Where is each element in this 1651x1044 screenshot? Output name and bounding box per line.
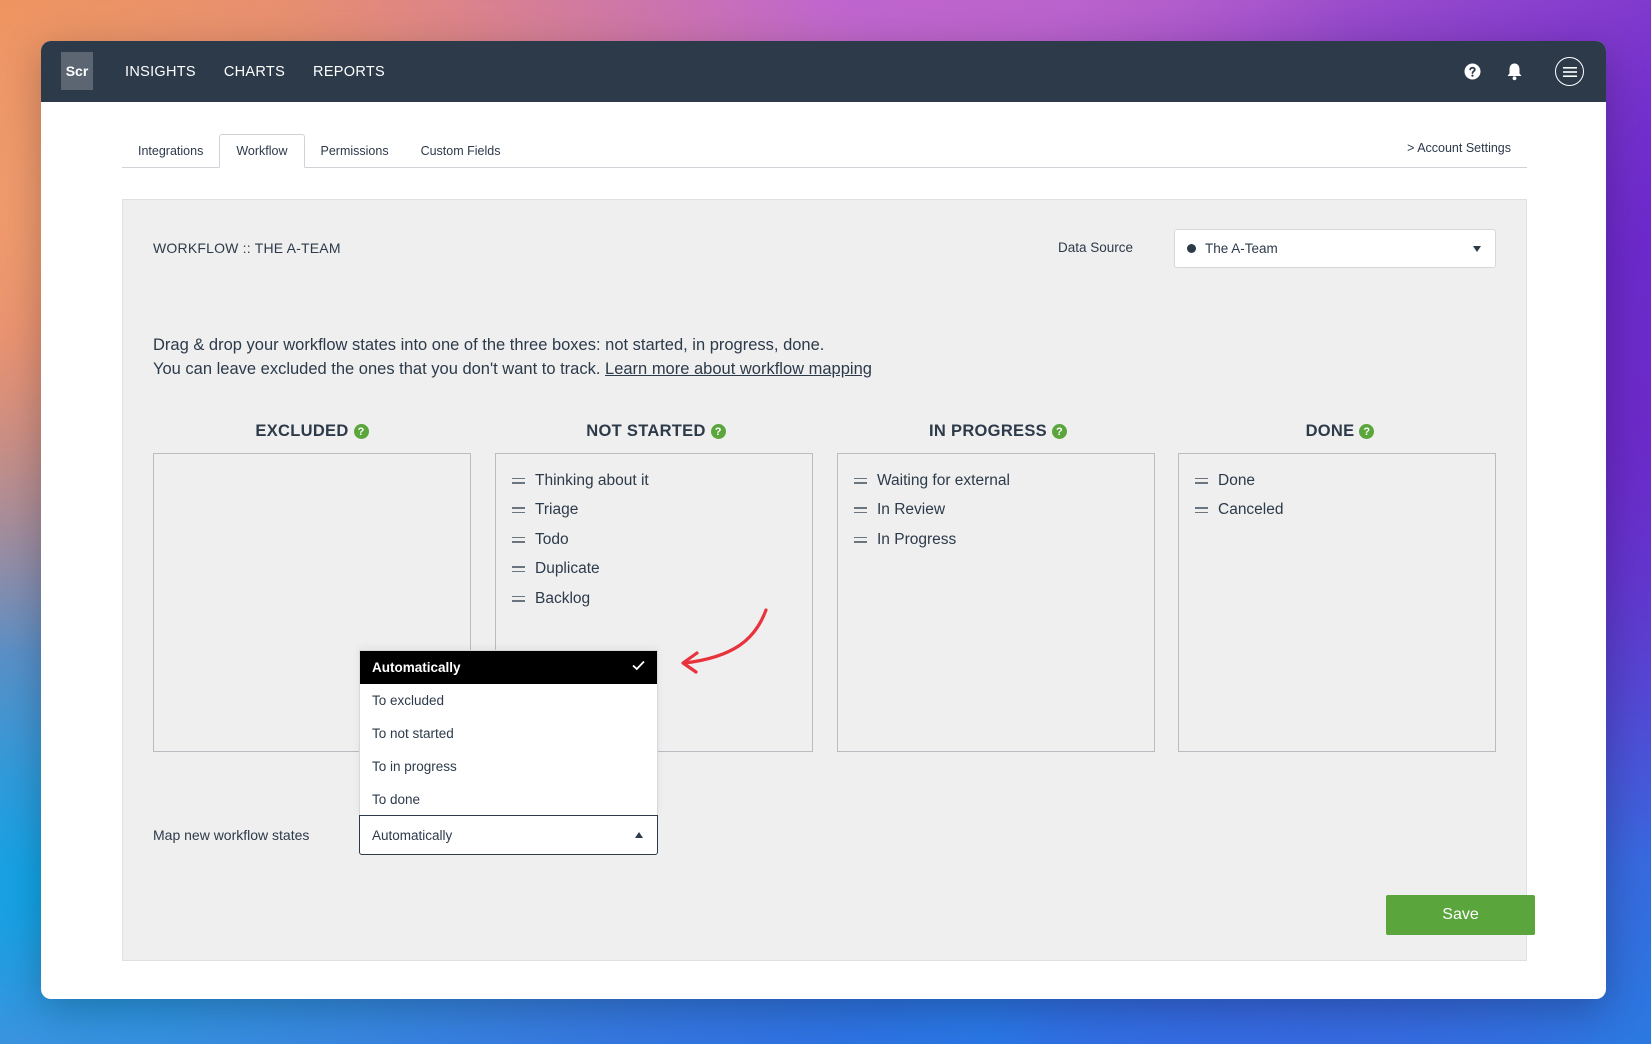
option-to-excluded[interactable]: To excluded xyxy=(360,684,657,717)
drag-handle-icon[interactable] xyxy=(512,507,525,514)
learn-more-link[interactable]: Learn more about workflow mapping xyxy=(605,360,872,378)
menu-icon[interactable] xyxy=(1555,57,1584,86)
page-title: WORKFLOW :: THE A-TEAM xyxy=(153,240,341,256)
map-new-states-value: Automatically xyxy=(372,827,453,843)
top-icons xyxy=(1461,41,1584,102)
nav-reports[interactable]: REPORTS xyxy=(313,64,385,80)
column-header-done: DONE? xyxy=(1181,422,1499,441)
tab-workflow[interactable]: Workflow xyxy=(219,134,305,168)
nav-charts[interactable]: CHARTS xyxy=(224,64,285,80)
map-states-dropdown-menu: Automatically To excluded To not started… xyxy=(359,650,658,816)
workflow-state[interactable]: Canceled xyxy=(1195,496,1495,526)
caret-down-icon xyxy=(1473,246,1481,252)
help-question-icon[interactable]: ? xyxy=(710,424,726,439)
workflow-state[interactable]: Thinking about it xyxy=(512,466,812,496)
drag-handle-icon[interactable] xyxy=(512,595,525,602)
option-automatically[interactable]: Automatically xyxy=(360,651,657,684)
top-navbar: Scr INSIGHTS CHARTS REPORTS xyxy=(41,41,1606,102)
dropzone-in-progress[interactable]: Waiting for external In Review In Progre… xyxy=(837,453,1155,752)
app-logo[interactable]: Scr xyxy=(61,52,93,90)
drag-handle-icon[interactable] xyxy=(1195,477,1208,484)
app-window: Scr INSIGHTS CHARTS REPORTS Integrations… xyxy=(41,41,1606,999)
help-question-icon[interactable]: ? xyxy=(1359,424,1375,439)
check-icon xyxy=(632,659,645,674)
main-nav: INSIGHTS CHARTS REPORTS xyxy=(125,41,385,102)
column-header-excluded: EXCLUDED? xyxy=(153,422,471,441)
drag-handle-icon[interactable] xyxy=(854,507,867,514)
workflow-panel: WORKFLOW :: THE A-TEAM Data Source The A… xyxy=(122,199,1535,961)
drag-handle-icon[interactable] xyxy=(854,477,867,484)
caret-up-icon xyxy=(635,832,643,838)
drag-handle-icon[interactable] xyxy=(1195,507,1208,514)
instructions: Drag & drop your workflow states into on… xyxy=(153,333,872,381)
column-header-not-started: NOT STARTED? xyxy=(497,422,815,441)
workflow-state[interactable]: Done xyxy=(1195,466,1495,496)
drag-handle-icon[interactable] xyxy=(854,536,867,543)
help-icon[interactable] xyxy=(1461,61,1483,83)
account-settings-link[interactable]: > Account Settings xyxy=(1407,141,1511,155)
dropzone-done[interactable]: Done Canceled xyxy=(1178,453,1496,752)
help-question-icon[interactable]: ? xyxy=(353,424,369,439)
drag-handle-icon[interactable] xyxy=(512,566,525,573)
tab-custom-fields[interactable]: Custom Fields xyxy=(405,134,517,167)
workflow-state[interactable]: Todo xyxy=(512,525,812,555)
column-header-in-progress: IN PROGRESS? xyxy=(839,422,1157,441)
instructions-line-2: You can leave excluded the ones that you… xyxy=(153,360,872,378)
tab-permissions[interactable]: Permissions xyxy=(305,134,405,167)
data-source-value: The A-Team xyxy=(1205,241,1278,256)
tab-integrations[interactable]: Integrations xyxy=(122,134,219,167)
save-button[interactable]: Save xyxy=(1386,895,1535,935)
instructions-line-1: Drag & drop your workflow states into on… xyxy=(153,336,825,354)
map-new-states-label: Map new workflow states xyxy=(153,827,310,843)
data-source-label: Data Source xyxy=(1058,240,1134,255)
workflow-state[interactable]: In Progress xyxy=(854,525,1154,555)
nav-insights[interactable]: INSIGHTS xyxy=(125,64,196,80)
workflow-state[interactable]: Duplicate xyxy=(512,555,812,585)
annotation-arrow-icon xyxy=(681,608,768,674)
data-source-icon xyxy=(1187,244,1196,253)
option-to-not-started[interactable]: To not started xyxy=(360,717,657,750)
option-to-in-progress[interactable]: To in progress xyxy=(360,750,657,783)
workflow-state[interactable]: In Review xyxy=(854,496,1154,526)
bell-icon[interactable] xyxy=(1503,61,1525,83)
help-question-icon[interactable]: ? xyxy=(1051,424,1067,439)
settings-tabs: Integrations Workflow Permissions Custom… xyxy=(122,133,1527,168)
drag-handle-icon[interactable] xyxy=(512,477,525,484)
option-to-done[interactable]: To done xyxy=(360,783,657,816)
workflow-state[interactable]: Triage xyxy=(512,496,812,526)
data-source-select[interactable]: The A-Team xyxy=(1174,229,1496,268)
map-new-states-select[interactable]: Automatically xyxy=(359,815,658,855)
workflow-state[interactable]: Waiting for external xyxy=(854,466,1154,496)
drag-handle-icon[interactable] xyxy=(512,536,525,543)
